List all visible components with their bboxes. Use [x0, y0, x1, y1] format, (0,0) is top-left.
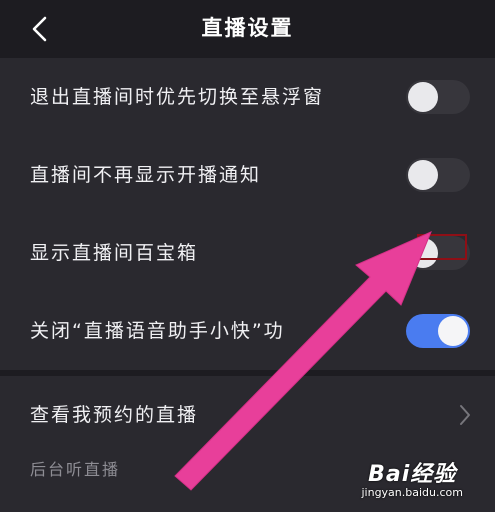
- baidu-jingyan-watermark: Bai经验 jingyan.baidu.com: [361, 456, 463, 499]
- watermark-url: jingyan.baidu.com: [361, 486, 463, 499]
- setting-label: 直播间不再显示开播通知: [30, 164, 262, 186]
- toggle-knob: [438, 316, 468, 346]
- toggle-knob: [408, 82, 438, 112]
- page-title: 直播设置: [201, 16, 294, 40]
- reservations-link-row[interactable]: 查看我预约的直播: [0, 376, 495, 454]
- setting-label: 显示直播间百宝箱: [30, 242, 199, 264]
- voice-assistant-toggle[interactable]: [406, 314, 470, 348]
- annotation-highlight-box: [417, 234, 467, 260]
- setting-row-live-notice[interactable]: 直播间不再显示开播通知: [0, 136, 495, 214]
- watermark-logo: Bai经验: [368, 462, 457, 487]
- setting-row-floating-window[interactable]: 退出直播间时优先切换至悬浮窗: [0, 58, 495, 136]
- toggle-knob: [408, 160, 438, 190]
- setting-label: 关闭“直播语音助手小快”功: [30, 320, 285, 342]
- reservations-label: 查看我预约的直播: [30, 404, 199, 426]
- setting-label: 退出直播间时优先切换至悬浮窗: [30, 86, 325, 108]
- nav-header: 直播设置: [0, 0, 495, 58]
- floating-window-toggle[interactable]: [406, 80, 470, 114]
- live-notice-toggle[interactable]: [406, 158, 470, 192]
- section-header-background-listen: 后台听直播: [30, 460, 121, 479]
- chevron-right-icon: [460, 405, 470, 425]
- setting-row-voice-assistant[interactable]: 关闭“直播语音助手小快”功: [0, 292, 495, 370]
